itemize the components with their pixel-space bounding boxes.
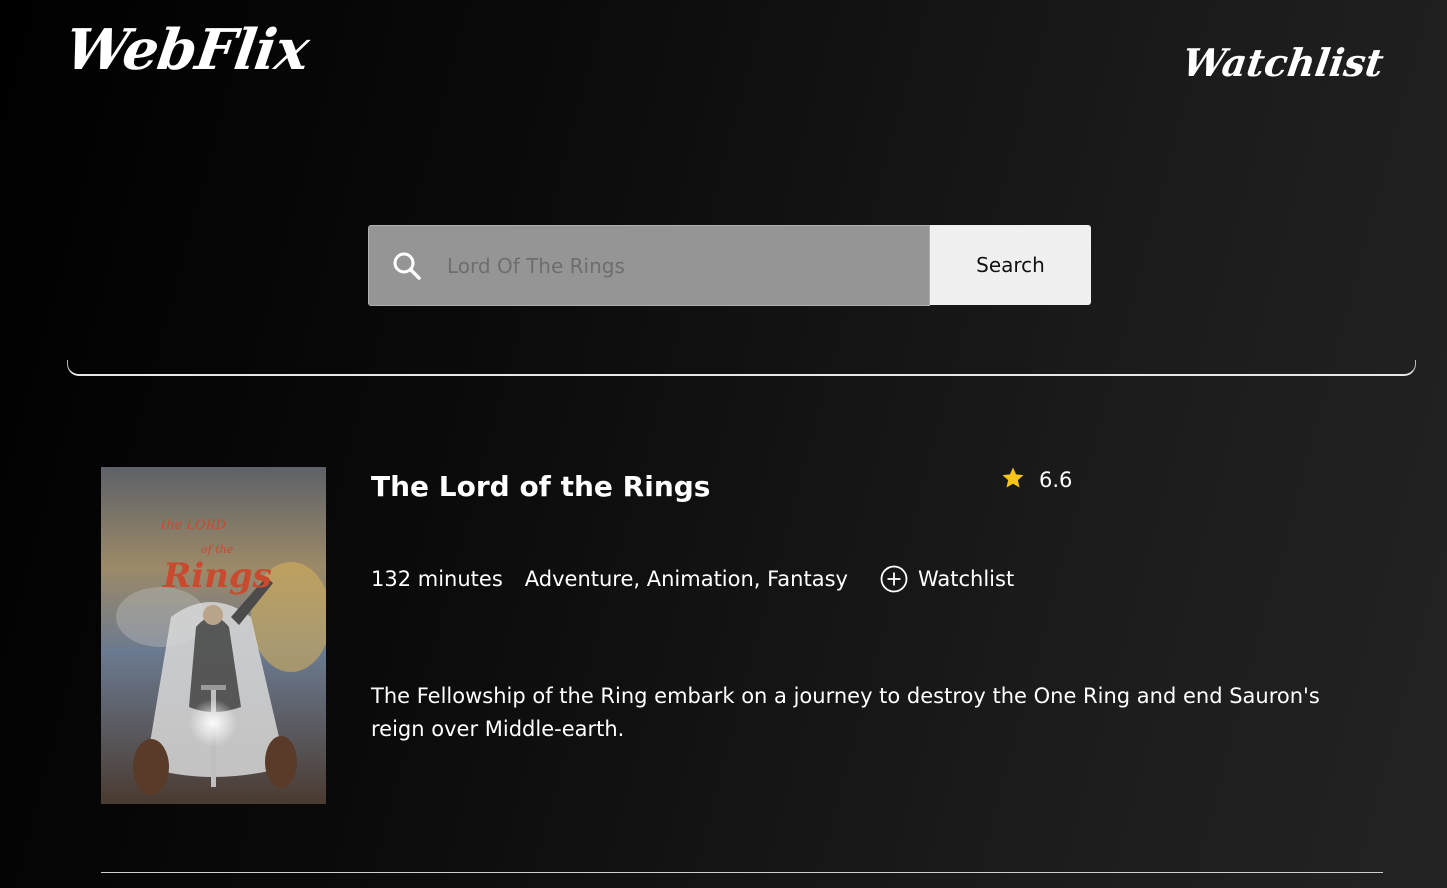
genres: Adventure, Animation, Fantasy	[524, 567, 848, 591]
add-to-watchlist-button[interactable]: Watchlist	[880, 565, 1014, 593]
search-input[interactable]	[445, 225, 929, 306]
rating: 6.6	[1001, 466, 1072, 494]
divider	[101, 872, 1383, 873]
movie-meta: 132 minutes Adventure, Animation, Fantas…	[371, 565, 1014, 593]
search-bar: Search	[368, 225, 1091, 306]
runtime: 132 minutes	[371, 567, 503, 591]
star-icon	[1001, 466, 1025, 494]
search-button[interactable]: Search	[930, 225, 1091, 305]
rating-value: 6.6	[1039, 468, 1073, 492]
poster-text-top: the LORD	[161, 518, 227, 533]
plus-circle-icon	[880, 565, 908, 593]
search-icon	[391, 250, 423, 282]
movie-poster[interactable]: the LORD of the Rings	[101, 467, 326, 804]
poster-text-mid: of the	[201, 543, 234, 556]
divider	[67, 360, 1416, 376]
site-logo[interactable]: WebFlix	[61, 17, 312, 83]
add-to-watchlist-label: Watchlist	[917, 567, 1015, 591]
search-field-container	[368, 225, 930, 306]
poster-text-bottom: Rings	[162, 556, 272, 596]
nav-watchlist-link[interactable]: Watchlist	[1180, 40, 1386, 85]
movie-title[interactable]: The Lord of the Rings	[371, 470, 710, 503]
movie-description: The Fellowship of the Ring embark on a j…	[371, 684, 1320, 741]
